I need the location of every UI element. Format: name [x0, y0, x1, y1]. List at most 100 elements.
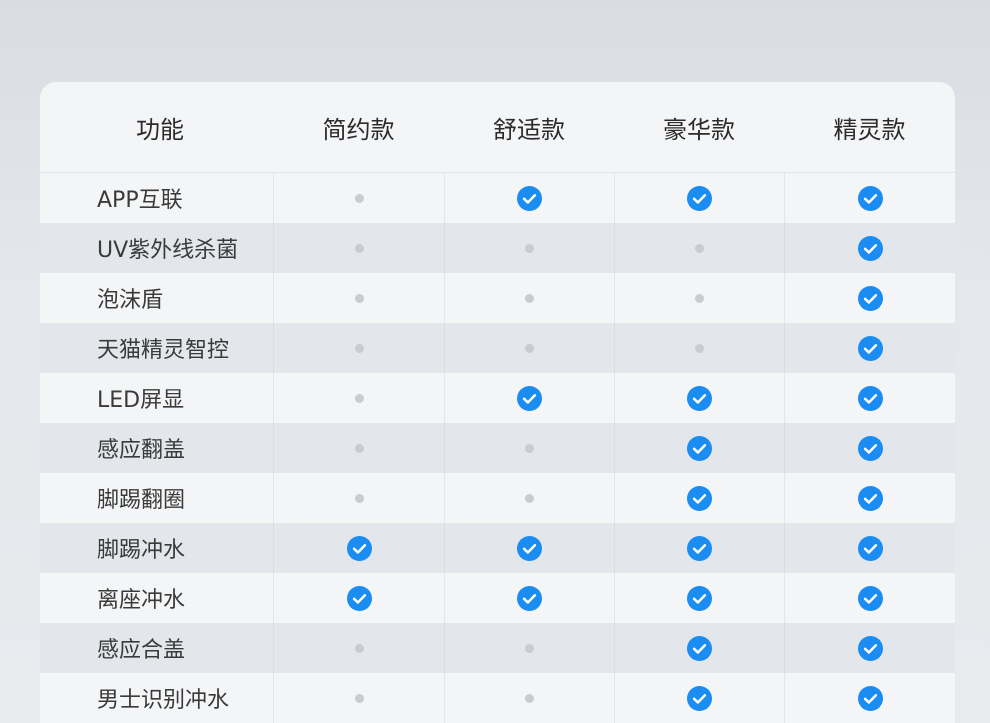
cell-basic: [273, 373, 444, 423]
dot-icon: [525, 443, 534, 453]
comparison-table: 功能 简约款 舒适款 豪华款 精灵款 APP互联 UV紫外线杀菌 泡沫盾天猫精灵智控…: [40, 82, 955, 723]
check-circle-icon: [687, 585, 712, 611]
cell-basic: [273, 673, 444, 723]
cell-luxury: [614, 523, 784, 573]
check-circle-icon: [857, 435, 883, 461]
table-row: 男士识别冲水: [40, 673, 955, 723]
check-circle-icon: [687, 535, 712, 561]
cell-luxury: [614, 423, 784, 473]
check-circle-icon: [857, 485, 883, 511]
table-row: LED屏显: [40, 373, 955, 423]
cell-elf: [784, 473, 955, 523]
cell-basic: [273, 573, 444, 623]
cell-basic: [273, 623, 444, 673]
cell-elf: [784, 223, 955, 273]
cell-luxury: [614, 673, 784, 723]
cell-elf: [784, 323, 955, 373]
dot-icon: [354, 693, 364, 703]
header-col-comfort: 舒适款: [493, 115, 565, 144]
cell-comfort: [444, 523, 614, 573]
dot-icon: [695, 243, 704, 253]
table-row: APP互联: [40, 173, 955, 223]
dot-icon: [695, 293, 704, 303]
check-circle-icon: [857, 535, 883, 561]
cell-elf: [784, 573, 955, 623]
dot-icon: [354, 193, 364, 203]
feature-label: 泡沫盾: [97, 288, 164, 313]
header-feature: 功能: [136, 115, 184, 144]
cell-luxury: [614, 573, 784, 623]
dot-icon: [525, 493, 534, 503]
feature-label: 感应合盖: [97, 638, 186, 663]
cell-elf: [784, 273, 955, 323]
check-circle-icon: [687, 185, 712, 211]
check-circle-icon: [687, 485, 712, 511]
check-circle-icon: [857, 185, 883, 211]
table-header: 功能 简约款 舒适款 豪华款 精灵款: [40, 82, 955, 173]
check-circle-icon: [857, 335, 883, 361]
table-row: 脚踢冲水: [40, 523, 955, 573]
dot-icon: [525, 243, 534, 253]
feature-label: UV紫外线杀菌: [97, 238, 239, 263]
cell-comfort: [444, 673, 614, 723]
cell-elf: [784, 373, 955, 423]
cell-comfort: [444, 423, 614, 473]
check-circle-icon: [857, 585, 883, 611]
check-circle-icon: [687, 385, 712, 411]
cell-elf: [784, 173, 955, 223]
cell-luxury: [614, 323, 784, 373]
dot-icon: [525, 693, 534, 703]
cell-elf: [784, 623, 955, 673]
cell-basic: [273, 223, 444, 273]
cell-elf: [784, 423, 955, 473]
table-row: UV紫外线杀菌: [40, 223, 955, 273]
header-col-basic: 简约款: [322, 115, 395, 144]
dot-icon: [354, 643, 364, 653]
dot-icon: [525, 343, 534, 353]
cell-luxury: [614, 623, 784, 673]
cell-comfort: [444, 373, 614, 423]
check-circle-icon: [517, 585, 542, 611]
table-body: APP互联 UV紫外线杀菌 泡沫盾 天猫精灵智控 LED屏显 感应翻盖 脚踢翻圈 脚踢冲水 离座…: [40, 173, 955, 723]
check-circle-icon: [687, 685, 712, 711]
check-circle-icon: [517, 385, 542, 411]
cell-basic: [273, 523, 444, 573]
cell-basic: [273, 173, 444, 223]
table-row: 天猫精灵智控: [40, 323, 955, 373]
feature-label: 脚踢冲水: [97, 538, 186, 563]
cell-comfort: [444, 273, 614, 323]
cell-basic: [273, 423, 444, 473]
feature-label: 感应翻盖: [97, 438, 186, 463]
cell-comfort: [444, 473, 614, 523]
cell-comfort: [444, 323, 614, 373]
cell-comfort: [444, 223, 614, 273]
cell-luxury: [614, 473, 784, 523]
check-circle-icon: [857, 385, 883, 411]
header-col-luxury: 豪华款: [663, 115, 735, 144]
cell-elf: [784, 673, 955, 723]
check-circle-icon: [857, 235, 883, 261]
cell-elf: [784, 523, 955, 573]
dot-icon: [354, 293, 364, 303]
dot-icon: [354, 243, 364, 253]
feature-label: 离座冲水: [97, 588, 186, 613]
cell-basic: [273, 273, 444, 323]
check-circle-icon: [687, 635, 712, 661]
dot-icon: [695, 343, 704, 353]
cell-luxury: [614, 223, 784, 273]
check-circle-icon: [687, 435, 712, 461]
feature-label: 天猫精灵智控: [97, 338, 230, 363]
cell-luxury: [614, 273, 784, 323]
cell-basic: [273, 473, 444, 523]
table-row: 离座冲水: [40, 573, 955, 623]
cell-luxury: [614, 373, 784, 423]
check-circle-icon: [517, 535, 542, 561]
dot-icon: [354, 443, 364, 453]
dot-icon: [525, 293, 534, 303]
check-circle-icon: [346, 535, 372, 561]
cell-basic: [273, 323, 444, 373]
feature-label: APP互联: [97, 188, 183, 213]
check-circle-icon: [857, 285, 883, 311]
check-circle-icon: [346, 585, 372, 611]
dot-icon: [354, 493, 364, 503]
